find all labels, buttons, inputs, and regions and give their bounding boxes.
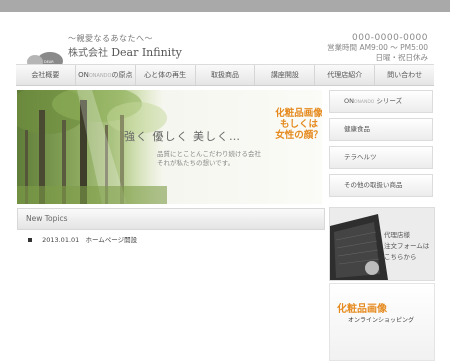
news-date: 2013.01.01 [42, 236, 80, 244]
nav-item-label: 問い合わせ [387, 71, 423, 79]
side-item-other-products[interactable]: その他の取扱い商品 [329, 174, 433, 197]
holidays: 日曜・祝日休み [375, 53, 429, 62]
online-shopping-title: 化粧品画像 [337, 304, 387, 315]
top-bar [0, 0, 450, 12]
hero-subtext: 品質にとことんこだわり続ける会社 それが私たちの想いです。 [157, 150, 261, 168]
nav-item-products[interactable]: 取扱商品 [196, 65, 256, 85]
nav-item-label: 代理店紹介 [327, 71, 363, 79]
banner-line: こちらから [384, 253, 417, 261]
side-item-health-food[interactable]: 健康食品 [329, 118, 433, 141]
news-header: New Topics [17, 208, 325, 230]
side-item-label: 健康食品 [344, 125, 370, 133]
phone-number[interactable]: 000-0000-0000 [327, 33, 428, 43]
nav-item-regeneration[interactable]: 心と体の再生 [136, 65, 196, 85]
nav-item-agencies[interactable]: 代理店紹介 [315, 65, 376, 85]
main-nav: 会社概要 ONONANDOの原点 心と体の再生 取扱商品 講座開設 代理店紹介 … [16, 64, 434, 86]
company-name: 株式会社 Dear Infinity [68, 44, 182, 59]
company-name-latin: Dear Infinity [111, 46, 182, 59]
news-text: ホームページ開設 [85, 236, 138, 244]
hero-subtext-line: それが私たちの想いです。 [157, 159, 235, 167]
hero-accent-line: もしくは [279, 119, 318, 130]
side-item-label: テラヘルツ [344, 153, 377, 161]
hero-subtext-line: 品質にとことんこだわり続ける会社 [157, 150, 261, 158]
nav-item-label-prefix: ON [78, 71, 89, 79]
nav-item-label-suffix: の原点 [111, 71, 133, 79]
news-title: New Topics [26, 214, 68, 223]
contact-info: 000-0000-0000 営業時間 AM9:00 〜 PM5:00 日曜・祝日… [327, 33, 428, 63]
news-list: 2013.01.01 ホームページ開設 [28, 234, 137, 244]
banner-line: 代理店様 [384, 231, 410, 239]
bullet-icon [28, 238, 32, 242]
side-menu: ONONANDO シリーズ 健康食品 テラヘルツ その他の取扱い商品 [329, 90, 433, 202]
business-hours: 営業時間 AM9:00 〜 PM5:00 [327, 43, 428, 52]
hero-accent-line: 化粧品画像 [275, 108, 322, 119]
side-item-label-suffix: シリーズ [374, 97, 403, 105]
nav-item-label: 会社概要 [31, 71, 60, 79]
nav-item-company[interactable]: 会社概要 [16, 65, 76, 85]
hero-slogan: 強く 優しく 美しく… [124, 130, 241, 143]
forest-image [17, 90, 167, 204]
agency-order-form-banner[interactable]: 代理店様 注文フォームは こちらから [329, 207, 435, 281]
hero-accent-line: 女性の顔？ [275, 130, 322, 141]
list-item[interactable]: 2013.01.01 ホームページ開設 [28, 234, 137, 244]
side-item-terahertz[interactable]: テラヘルツ [329, 146, 433, 169]
banner-line: 注文フォームは [384, 242, 430, 250]
nav-item-label: 心と体の再生 [144, 71, 187, 79]
side-item-on-series[interactable]: ONONANDO シリーズ [329, 90, 433, 113]
online-shopping-subtitle: オンラインショッピング [348, 317, 415, 324]
nav-item-contact[interactable]: 問い合わせ [375, 65, 434, 85]
nav-item-label: 取扱商品 [211, 71, 239, 79]
nav-item-origin[interactable]: ONONANDOの原点 [76, 65, 136, 85]
header-tagline: 〜親愛なるあなたへ〜 [68, 34, 153, 43]
nav-item-label-small: ONANDO [88, 73, 112, 79]
online-shopping-banner[interactable]: 化粧品画像 オンラインショッピング [329, 283, 435, 361]
company-prefix: 株式会社 [68, 48, 108, 59]
hero-accent-placeholder: 化粧品画像 もしくは 女性の顔？ [275, 108, 322, 141]
agency-order-form-text: 代理店様 注文フォームは こちらから [384, 230, 429, 263]
nav-item-courses[interactable]: 講座開設 [255, 65, 316, 85]
hero-banner: 強く 優しく 美しく… 品質にとことんこだわり続ける会社 それが私たちの想いです… [17, 90, 322, 204]
side-item-label-small: ONANDO [353, 100, 375, 105]
side-item-label-prefix: ON [344, 97, 354, 105]
nav-item-label: 講座開設 [270, 71, 299, 79]
side-item-label: その他の取扱い商品 [344, 181, 403, 189]
